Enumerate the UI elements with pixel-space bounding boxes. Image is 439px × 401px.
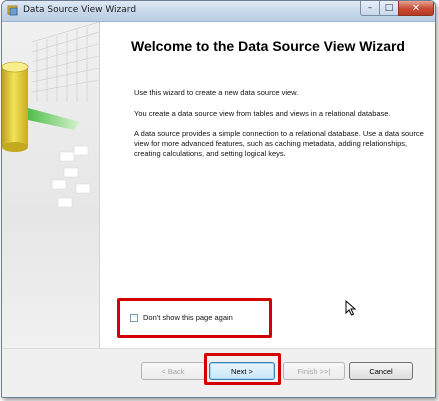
page-heading: Welcome to the Data Source View Wizard — [131, 38, 405, 54]
title-bar[interactable]: Data Source View Wizard – □ ✕ — [2, 1, 435, 22]
window-title: Data Source View Wizard — [23, 5, 137, 15]
next-button[interactable]: Next > — [209, 362, 275, 380]
maximize-button[interactable]: □ — [379, 1, 399, 16]
wizard-banner-graphic — [2, 21, 100, 208]
cancel-button[interactable]: Cancel — [349, 362, 413, 380]
wizard-app-icon — [7, 5, 18, 16]
intro-paragraph: Use this wizard to create a new data sou… — [134, 88, 299, 97]
back-button[interactable]: < Back — [141, 362, 205, 380]
dont-show-checkbox[interactable] — [130, 313, 138, 322]
wizard-window: Data Source View Wizard – □ ✕ Welcome to… — [1, 0, 436, 398]
description-paragraph: You create a data source view from table… — [134, 109, 391, 118]
dont-show-option[interactable]: Don't show this page again — [130, 313, 233, 322]
mouse-cursor-icon — [345, 300, 357, 316]
wizard-banner-panel — [2, 21, 100, 348]
minimize-button[interactable]: – — [360, 1, 380, 16]
details-paragraph: A data source provides a simple connecti… — [134, 129, 424, 158]
close-button[interactable]: ✕ — [398, 1, 434, 16]
dont-show-label[interactable]: Don't show this page again — [143, 313, 233, 322]
finish-button[interactable]: Finish >>| — [283, 362, 345, 380]
